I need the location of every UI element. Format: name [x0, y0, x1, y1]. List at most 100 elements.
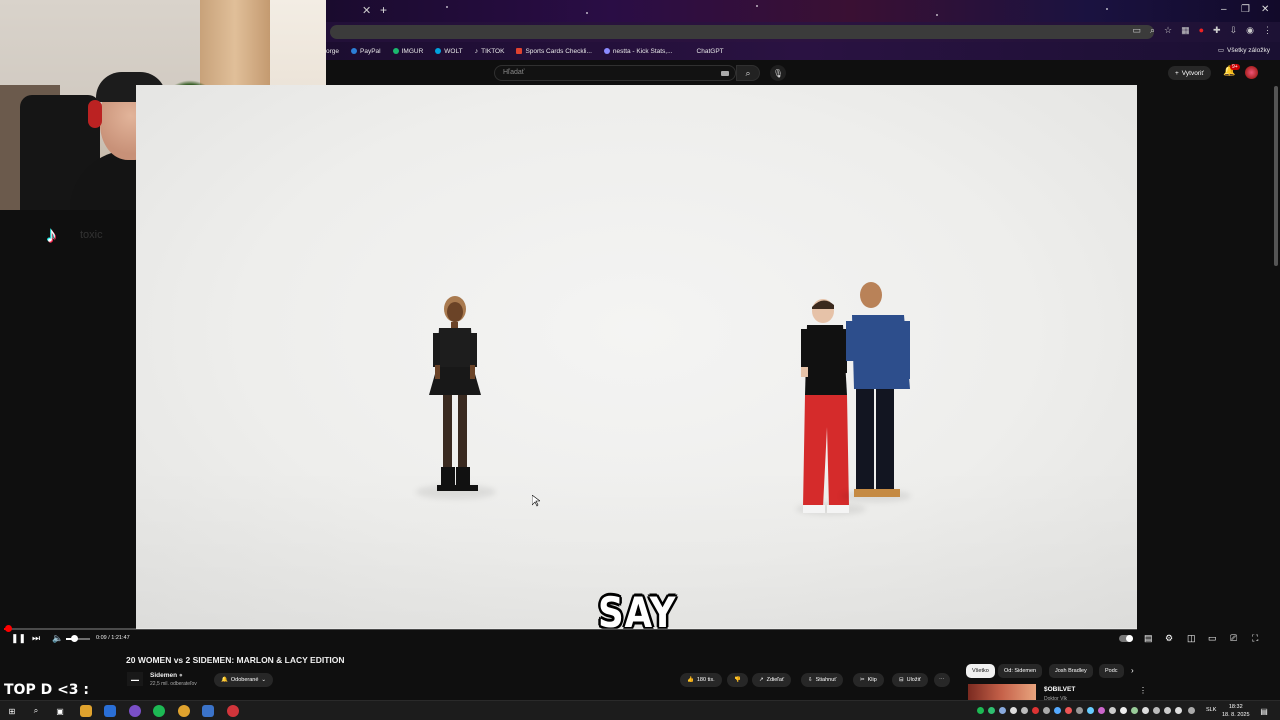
search-button[interactable]: ⌕ [736, 65, 760, 81]
video-player[interactable]: SAY [136, 85, 1137, 629]
theater-mode-icon[interactable]: ▭ [1208, 633, 1217, 644]
volume-slider[interactable] [66, 635, 90, 642]
tray-icon[interactable] [1043, 707, 1050, 714]
dislike-button[interactable]: 👎 [727, 673, 748, 687]
filter-chip-podcasts[interactable]: Podc [1099, 664, 1124, 678]
tray-icon[interactable] [999, 707, 1006, 714]
tray-icon[interactable] [1065, 707, 1072, 714]
clock-date: 18. 8. 2025 [1222, 712, 1250, 718]
clip-button[interactable]: ✂ Klip [853, 673, 884, 687]
tray-icon[interactable] [1120, 707, 1127, 714]
next-video-icon[interactable]: ⏭ [32, 633, 40, 644]
page-scrollbar[interactable] [1274, 86, 1278, 266]
chrome-icon[interactable] [178, 705, 190, 717]
tray-icon[interactable] [1087, 707, 1094, 714]
tray-icon[interactable] [1109, 707, 1116, 714]
download-label: Stiahnuť [815, 677, 837, 683]
tray-icon[interactable] [1010, 707, 1017, 714]
bookmark-item[interactable]: WOLT [435, 48, 463, 55]
obs-icon[interactable] [227, 705, 239, 717]
extension-icon[interactable]: ▦ [1181, 25, 1190, 36]
volume-knob[interactable] [71, 635, 79, 642]
fullscreen-icon[interactable]: ⛶ [1252, 633, 1258, 644]
zoom-icon[interactable]: ⌕ [1150, 25, 1155, 36]
file-explorer-icon[interactable] [80, 705, 92, 717]
bookmark-item[interactable]: orge [326, 48, 339, 55]
task-view-icon[interactable]: ▣ [54, 705, 66, 717]
profile-icon[interactable]: ◉ [1246, 25, 1254, 36]
url-field[interactable] [330, 25, 1154, 39]
settings-gear-icon[interactable]: ⚙ [1165, 633, 1173, 644]
bookmark-item[interactable]: IMGUR [392, 48, 423, 55]
tab-close-icon[interactable]: ✕ [362, 4, 371, 17]
filter-chip-josh[interactable]: Josh Bradley [1049, 664, 1093, 678]
save-button[interactable]: ⊟ Uložiť [892, 673, 928, 687]
maximize-icon[interactable]: ❐ [1241, 4, 1250, 15]
video-progress-bar[interactable] [4, 625, 1137, 632]
extensions-puzzle-icon[interactable]: ✚ [1213, 25, 1221, 36]
recommended-title[interactable]: $OBILVET [1044, 686, 1075, 693]
download-button[interactable]: ⇩ Stiahnuť [801, 673, 844, 687]
bookmark-star-icon[interactable]: ☆ [1164, 25, 1172, 36]
tray-icon[interactable] [977, 707, 984, 714]
filter-chip-channel[interactable]: Od: Sidemen [998, 664, 1043, 678]
tray-icon[interactable] [1032, 707, 1039, 714]
wifi-icon[interactable] [1164, 707, 1171, 714]
record-icon[interactable]: ● [1199, 25, 1204, 36]
scissors-icon: ✂ [860, 677, 865, 683]
cast-icon[interactable]: ⎚ [1230, 633, 1237, 644]
autoplay-toggle[interactable] [1119, 635, 1133, 642]
battery-icon[interactable] [1188, 707, 1195, 714]
bookmark-item[interactable]: Sports Cards Checkli... [516, 48, 592, 55]
cast-icon[interactable]: ▭ [1132, 25, 1141, 36]
bookmark-item[interactable]: ChatGPT [697, 48, 724, 55]
tray-icon[interactable] [1098, 707, 1105, 714]
notification-center-icon[interactable]: ▤ [1258, 705, 1270, 717]
subtitles-icon[interactable]: ▤ [1144, 633, 1153, 644]
app-icon[interactable] [202, 705, 214, 717]
tray-icon[interactable] [1131, 707, 1138, 714]
tray-icon[interactable] [1142, 707, 1149, 714]
pause-icon[interactable]: ❚❚ [11, 633, 26, 644]
create-button[interactable]: + Vytvoriť [1168, 66, 1211, 80]
miniplayer-icon[interactable]: ◫ [1187, 633, 1196, 644]
recommended-menu-icon[interactable]: ⋮ [1139, 686, 1147, 695]
spotify-icon[interactable] [153, 705, 165, 717]
tray-icon[interactable] [1021, 707, 1028, 714]
volume-tray-icon[interactable] [1175, 707, 1182, 714]
subscribed-button[interactable]: 🔔 Odoberané ⌄ [214, 673, 273, 687]
input-language[interactable]: SLK [1206, 707, 1216, 713]
account-avatar[interactable] [1245, 66, 1258, 79]
channel-name[interactable]: Sidemen ● [150, 672, 183, 679]
more-actions-button[interactable]: ⋯ [934, 673, 950, 687]
downloads-icon[interactable]: ⇩ [1230, 25, 1238, 36]
volume-icon[interactable]: 🔈 [52, 633, 63, 644]
voice-search-button[interactable]: 🎙 [770, 65, 786, 81]
channel-avatar[interactable]: ▬▬ [127, 672, 143, 686]
bookmark-item[interactable]: nestta - Kick Stats,... [603, 48, 673, 55]
chips-chevron-right-icon[interactable]: › [1131, 666, 1134, 675]
filter-chip-all[interactable]: Všetko [966, 664, 995, 678]
bookmark-item[interactable]: PayPal [351, 48, 381, 55]
windows-start-icon[interactable]: ⊞ [6, 705, 18, 717]
share-button[interactable]: ↗ Zdieľať [752, 673, 792, 687]
minimize-icon[interactable]: – [1221, 4, 1227, 15]
keyboard-icon[interactable] [721, 71, 729, 76]
all-bookmarks-button[interactable]: ▭ Všetky záložky [1218, 46, 1270, 55]
close-window-icon[interactable]: ✕ [1261, 4, 1269, 15]
taskbar-search-icon[interactable]: ⌕ [30, 705, 42, 717]
tray-icon[interactable] [1153, 707, 1160, 714]
store-icon[interactable] [104, 705, 116, 717]
taskbar-clock[interactable]: 18:32 18. 8. 2025 [1222, 703, 1250, 719]
search-input[interactable]: Hľadať [494, 65, 736, 81]
browser-menu-icon[interactable]: ⋮ [1263, 25, 1272, 36]
windows-taskbar: ⊞ ⌕ ▣ SLK 18:32 18. 8. 2025 ▤ [0, 700, 1280, 720]
tray-icon[interactable] [1076, 707, 1083, 714]
new-tab-icon[interactable]: + [380, 3, 387, 17]
tray-icon[interactable] [988, 707, 995, 714]
like-button[interactable]: 👍 180 tis. [680, 673, 722, 687]
bookmark-item[interactable]: ♪ TIKTOK [475, 48, 505, 55]
tray-icon[interactable] [1054, 707, 1061, 714]
more-horizontal-icon: ⋯ [939, 677, 945, 683]
app-icon[interactable] [129, 705, 141, 717]
